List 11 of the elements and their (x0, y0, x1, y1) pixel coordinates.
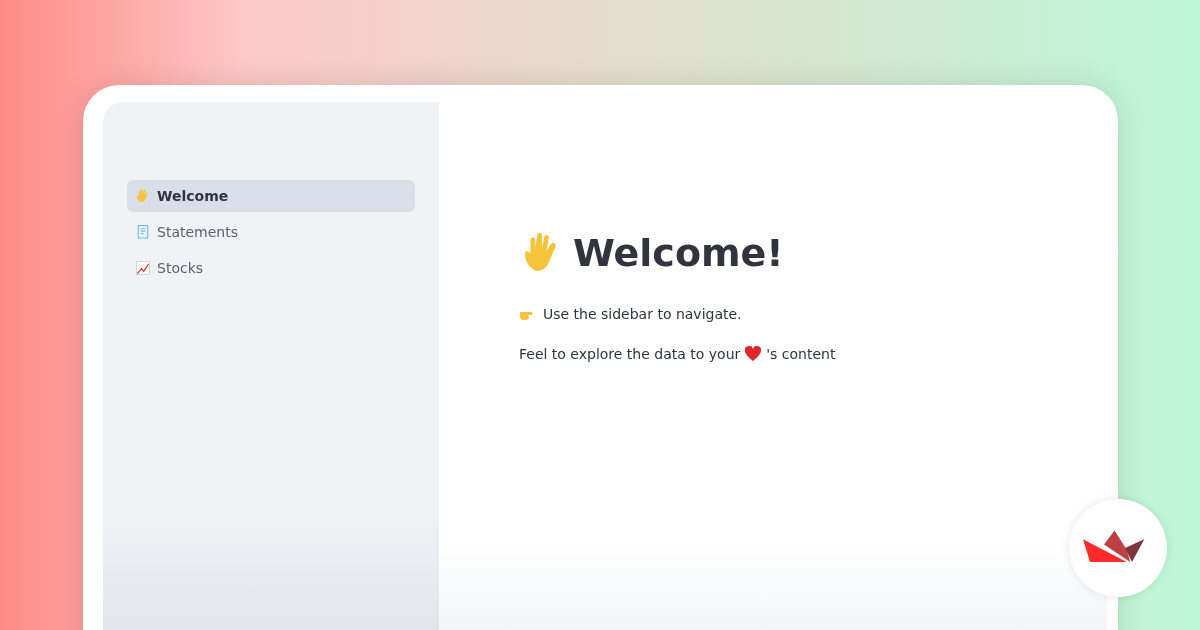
page-title: Welcome! (573, 231, 784, 275)
heart-icon (744, 346, 763, 362)
sidebar-item[interactable]: Statements (127, 216, 415, 248)
sidebar-item[interactable]: Stocks (127, 252, 415, 284)
note-text: 's content (766, 346, 836, 362)
waving-hand-icon (135, 188, 151, 204)
hint-text: Use the sidebar to navigate. (543, 306, 742, 322)
receipt-icon (135, 224, 151, 240)
note-text: Feel to explore the data to your (519, 346, 741, 362)
line-chart-icon (135, 260, 151, 276)
sidebar-item[interactable]: Welcome (127, 180, 415, 212)
